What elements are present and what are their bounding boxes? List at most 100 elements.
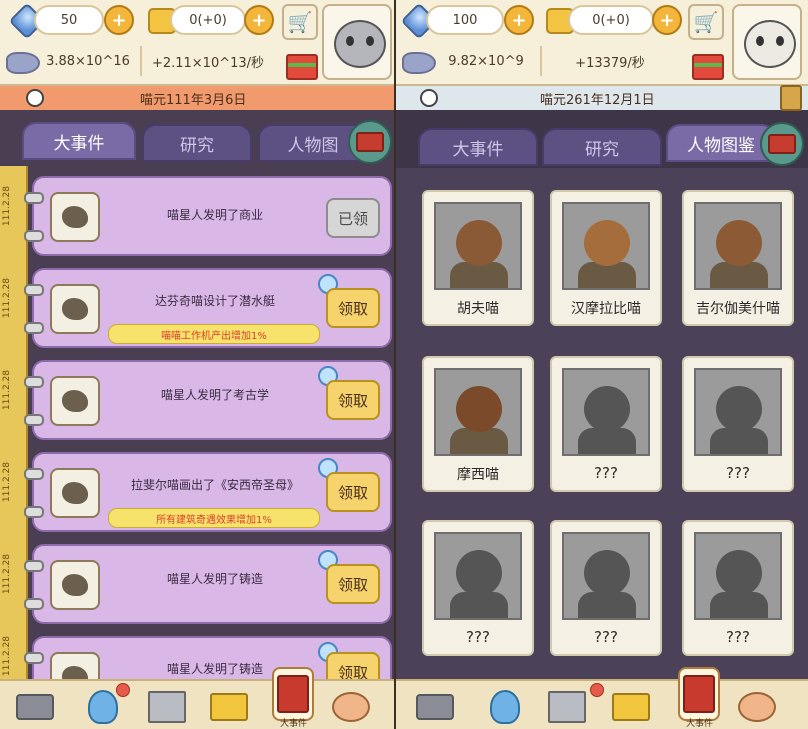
bottom-nav: 大事件 bbox=[0, 667, 394, 729]
event-card: 拉斐尔喵画出了《安西帝圣母》 所有建筑奇遇效果增加1% 领取 bbox=[24, 452, 392, 532]
claim-button[interactable]: 领取 bbox=[326, 380, 380, 420]
scroll-icon[interactable] bbox=[780, 85, 802, 111]
research-flask-icon[interactable] bbox=[84, 689, 122, 725]
claim-button[interactable]: 领取 bbox=[326, 288, 380, 328]
gem-count: 50 bbox=[34, 5, 104, 35]
events-book-icon[interactable] bbox=[272, 667, 314, 721]
tab-events[interactable]: 大事件 bbox=[418, 128, 538, 166]
research-flask-icon[interactable] bbox=[486, 689, 524, 725]
character-body bbox=[578, 592, 636, 618]
current-date: 喵元261年12月1日 bbox=[540, 92, 655, 108]
claim-button[interactable]: 领取 bbox=[326, 472, 380, 512]
timeline-label: 111.2.28 bbox=[2, 370, 12, 411]
event-card: 喵星人发明了商业 已领 bbox=[24, 176, 392, 256]
cat-face-icon bbox=[456, 220, 502, 266]
locked-character-card[interactable]: ??? bbox=[418, 516, 534, 656]
cats-icon[interactable] bbox=[738, 689, 776, 725]
character-name: 吉尔伽美什喵 bbox=[696, 301, 780, 317]
treasure-chest-icon[interactable] bbox=[760, 122, 804, 166]
player-avatar[interactable] bbox=[732, 4, 802, 80]
event-title: 喵星人发明了商业 bbox=[166, 208, 263, 222]
character-silhouette bbox=[694, 368, 782, 456]
add-tickets-button[interactable]: + bbox=[652, 5, 682, 35]
character-silhouette bbox=[562, 532, 650, 620]
bottom-nav: 大事件 bbox=[396, 667, 808, 729]
cat-face-icon bbox=[716, 386, 762, 432]
notification-dot bbox=[116, 683, 130, 697]
timeline-strip[interactable]: 111.2.28 111.2.28 111.2.28 111.2.28 111.… bbox=[0, 166, 28, 686]
shop-cart-icon[interactable]: 🛒 bbox=[282, 4, 318, 40]
character-body bbox=[710, 262, 768, 288]
events-book-icon[interactable] bbox=[678, 667, 720, 721]
event-icon bbox=[50, 284, 100, 334]
player-avatar[interactable] bbox=[322, 4, 392, 80]
binder-ring bbox=[24, 322, 44, 334]
tab-events[interactable]: 大事件 bbox=[22, 122, 136, 160]
temple-icon[interactable] bbox=[148, 689, 186, 725]
locked-character-card[interactable]: ??? bbox=[678, 516, 794, 656]
treasure-chest-icon[interactable] bbox=[210, 689, 248, 725]
event-icon bbox=[50, 560, 100, 610]
character-body bbox=[710, 428, 768, 454]
gift-icon[interactable] bbox=[286, 54, 318, 80]
binder-ring bbox=[24, 560, 44, 572]
character-body bbox=[450, 262, 508, 288]
binder-ring bbox=[24, 376, 44, 388]
fish-rate: +2.11×10^13/秒 bbox=[151, 55, 265, 71]
character-portrait bbox=[434, 368, 522, 456]
character-portrait bbox=[694, 202, 782, 290]
date-bar: 喵元111年3月6日 bbox=[0, 86, 394, 110]
locked-character-card[interactable]: ??? bbox=[678, 352, 794, 492]
timeline-label: 111.2.28 bbox=[2, 636, 12, 677]
character-name: ??? bbox=[594, 628, 618, 646]
claim-button[interactable]: 领取 bbox=[326, 564, 380, 604]
character-body bbox=[578, 262, 636, 288]
cat-face-icon bbox=[744, 20, 796, 68]
tab-research[interactable]: 研究 bbox=[142, 124, 252, 162]
cat-face-icon bbox=[334, 20, 386, 68]
event-bonus: 所有建筑奇遇效果增加1% bbox=[108, 508, 320, 528]
character-silhouette bbox=[562, 368, 650, 456]
event-bonus: 喵喵工作机产出增加1% bbox=[108, 324, 320, 344]
binder-ring bbox=[24, 192, 44, 204]
character-card[interactable]: 吉尔伽美什喵 bbox=[678, 186, 794, 326]
tab-research[interactable]: 研究 bbox=[542, 128, 662, 166]
fish-rate: +13379/秒 bbox=[575, 55, 645, 71]
add-gems-button[interactable]: + bbox=[504, 5, 534, 35]
add-gems-button[interactable]: + bbox=[104, 5, 134, 35]
character-card[interactable]: 汉摩拉比喵 bbox=[546, 186, 662, 326]
cat-face-icon bbox=[584, 550, 630, 596]
gift-icon[interactable] bbox=[692, 54, 724, 80]
temple-icon[interactable] bbox=[548, 689, 586, 725]
binder-ring bbox=[24, 506, 44, 518]
timeline-label: 111.2.28 bbox=[2, 278, 12, 319]
event-title: 拉斐尔喵画出了《安西帝圣母》 bbox=[130, 478, 299, 492]
divider bbox=[140, 46, 142, 76]
locked-character-card[interactable]: ??? bbox=[546, 352, 662, 492]
character-name: ??? bbox=[594, 464, 618, 482]
event-icon bbox=[50, 468, 100, 518]
claimed-button[interactable]: 已领 bbox=[326, 198, 380, 238]
fish-total: 9.82×10^9 bbox=[448, 53, 524, 69]
treasure-chest-icon[interactable] bbox=[612, 689, 650, 725]
divider bbox=[540, 46, 542, 76]
timeline-label: 111.2.28 bbox=[2, 554, 12, 595]
timeline-label: 111.2.28 bbox=[2, 462, 12, 503]
character-card[interactable]: 摩西喵 bbox=[418, 352, 534, 492]
character-portrait bbox=[434, 202, 522, 290]
locked-character-card[interactable]: ??? bbox=[546, 516, 662, 656]
event-card: 喵星人发明了铸造 领取 bbox=[24, 544, 392, 624]
wagon-icon[interactable] bbox=[16, 689, 54, 725]
character-silhouette bbox=[694, 532, 782, 620]
cats-icon[interactable] bbox=[332, 689, 370, 725]
add-tickets-button[interactable]: + bbox=[244, 5, 274, 35]
tab-bar: 大事件 研究 人物图 bbox=[0, 112, 394, 166]
event-icon bbox=[50, 376, 100, 426]
fish-icon bbox=[402, 52, 436, 74]
treasure-chest-icon[interactable] bbox=[348, 120, 392, 164]
wagon-icon[interactable] bbox=[416, 689, 454, 725]
character-silhouette bbox=[434, 532, 522, 620]
date-bar: 喵元261年12月1日 bbox=[396, 85, 808, 111]
character-card[interactable]: 胡夫喵 bbox=[418, 186, 534, 326]
shop-cart-icon[interactable]: 🛒 bbox=[688, 4, 724, 40]
